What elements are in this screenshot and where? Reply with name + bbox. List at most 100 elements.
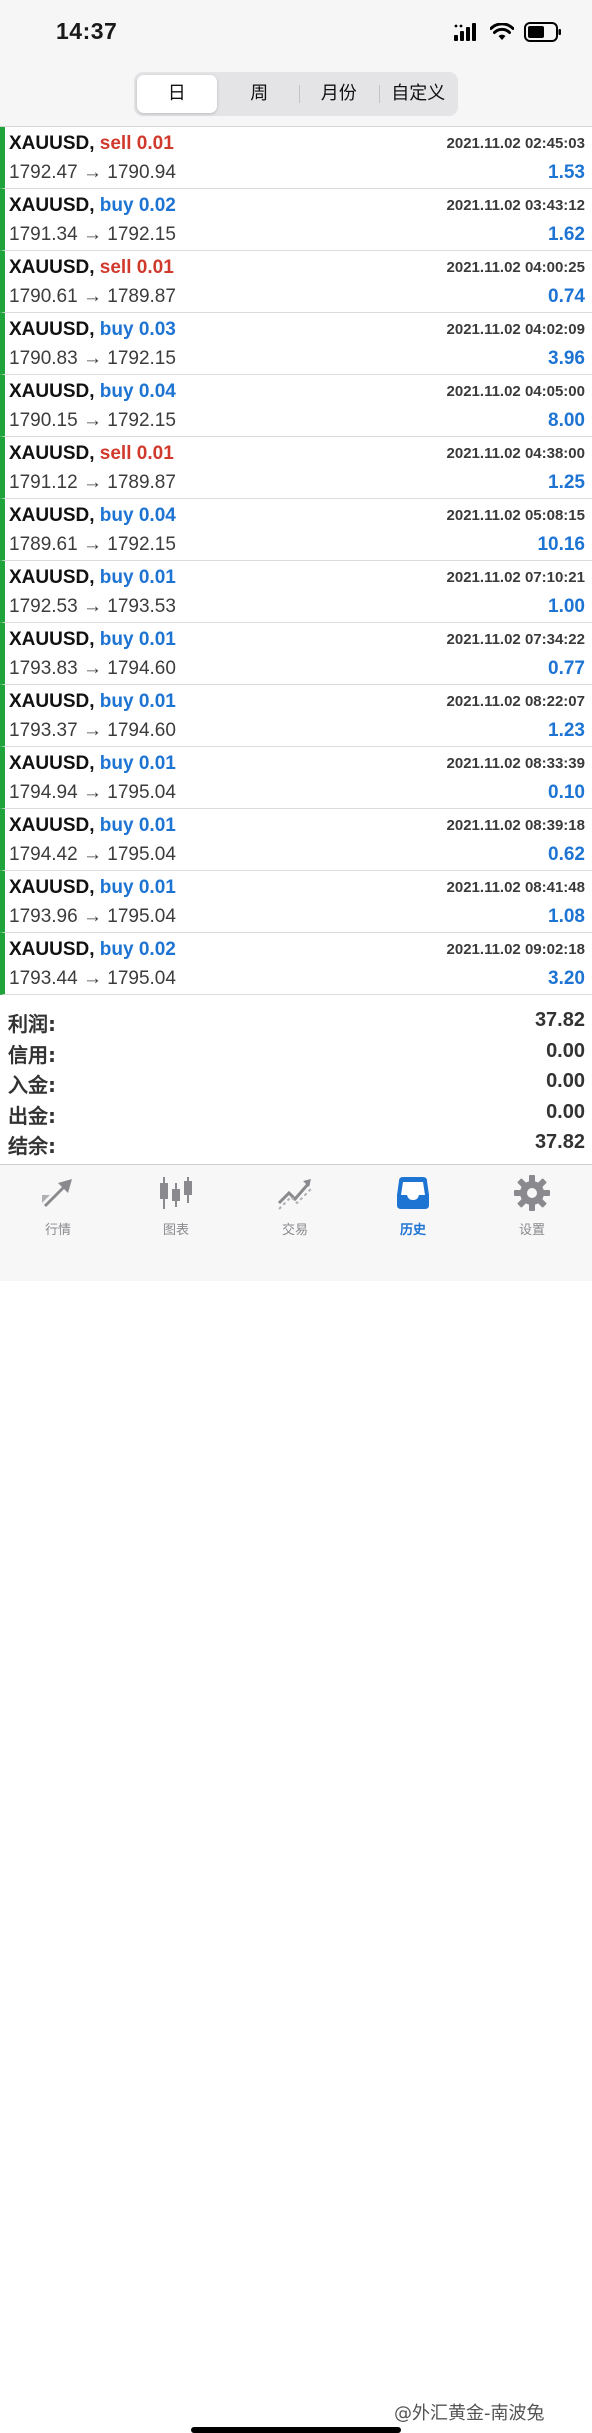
status-bar: 14:37 xyxy=(0,0,592,66)
trade-date: 2021.11.02 07:34:22 xyxy=(446,631,585,648)
trade-row[interactable]: XAUUSD, buy 0.01 2021.11.02 08:33:39 1794.… xyxy=(0,747,592,809)
open-price: 1794.42 xyxy=(9,844,78,865)
trade-date: 2021.11.02 04:05:00 xyxy=(446,383,585,400)
trade-history-list: XAUUSD, sell 0.01 2021.11.02 02:45:03 1792… xyxy=(0,127,592,995)
tab-settings[interactable]: 设置 xyxy=(482,1173,582,1238)
trade-action: buy xyxy=(99,505,134,526)
price-arrow: → xyxy=(82,286,102,307)
trade-row[interactable]: XAUUSD, buy 0.01 2021.11.02 07:34:22 1793.… xyxy=(0,623,592,685)
trade-action: buy xyxy=(99,815,134,836)
trade-action: buy xyxy=(99,567,134,588)
open-price: 1790.83 xyxy=(9,348,78,369)
status-time: 14:37 xyxy=(56,18,118,44)
trade-symbol: XAUUSD, xyxy=(9,195,95,216)
trade-profit: 1.62 xyxy=(548,224,585,245)
trade-row[interactable]: XAUUSD, buy 0.04 2021.11.02 04:05:00 1790.… xyxy=(0,375,592,437)
trade-date: 2021.11.02 04:38:00 xyxy=(446,445,585,462)
trade-prices: 1793.96 → 1795.04 xyxy=(9,906,176,928)
trade-symbol: XAUUSD, xyxy=(9,257,95,278)
price-arrow: → xyxy=(82,658,102,679)
watermark: @外汇黄金-南波兔 xyxy=(394,2403,545,2424)
trade-title: XAUUSD, buy 0.02 xyxy=(9,195,176,217)
home-indicator[interactable] xyxy=(191,2427,401,2433)
trade-action: buy xyxy=(99,319,134,340)
trade-prices: 1794.42 → 1795.04 xyxy=(9,844,176,866)
period-tab-day[interactable]: 日 xyxy=(137,75,217,113)
trade-lots: 0.03 xyxy=(138,319,176,340)
trade-profit: 3.96 xyxy=(548,348,585,369)
tab-label: 行情 xyxy=(44,1223,71,1238)
trade-action: buy xyxy=(99,753,134,774)
trade-action: buy xyxy=(99,691,134,712)
period-tab-month[interactable]: 月份 xyxy=(299,75,379,113)
trade-title: XAUUSD, buy 0.01 xyxy=(9,691,176,713)
trade-symbol: XAUUSD, xyxy=(9,939,95,960)
close-price: 1795.04 xyxy=(107,782,176,803)
close-price: 1795.04 xyxy=(107,906,176,927)
trade-title: XAUUSD, buy 0.04 xyxy=(9,505,176,527)
open-price: 1791.34 xyxy=(9,224,78,245)
price-arrow: → xyxy=(82,720,102,741)
trade-row[interactable]: XAUUSD, buy 0.01 2021.11.02 07:10:21 1792.… xyxy=(0,561,592,623)
open-price: 1793.96 xyxy=(9,906,78,927)
trade-symbol: XAUUSD, xyxy=(9,753,95,774)
price-arrow: → xyxy=(82,348,102,369)
trade-prices: 1793.83 → 1794.60 xyxy=(9,658,176,680)
close-price: 1795.04 xyxy=(107,968,176,989)
trade-row[interactable]: XAUUSD, buy 0.02 2021.11.02 03:43:12 1791.… xyxy=(0,189,592,251)
summary-label: 入金: xyxy=(8,1073,56,1097)
wifi-icon xyxy=(490,23,514,40)
price-arrow: → xyxy=(82,968,102,989)
trade-lots: 0.04 xyxy=(138,381,176,402)
trade-date: 2021.11.02 03:43:12 xyxy=(446,197,585,214)
trade-row[interactable]: XAUUSD, sell 0.01 2021.11.02 04:00:25 1790… xyxy=(0,251,592,313)
trade-row[interactable]: XAUUSD, sell 0.01 2021.11.02 04:38:00 1791… xyxy=(0,437,592,499)
trade-symbol: XAUUSD, xyxy=(9,319,95,340)
trade-action: buy xyxy=(99,939,134,960)
close-price: 1792.15 xyxy=(107,410,176,431)
period-tab-week[interactable]: 周 xyxy=(220,75,300,113)
trade-action: buy xyxy=(99,877,134,898)
trade-title: XAUUSD, buy 0.03 xyxy=(9,319,176,341)
trade-prices: 1792.47 → 1790.94 xyxy=(9,162,176,184)
open-price: 1790.15 xyxy=(9,410,78,431)
trade-row[interactable]: XAUUSD, buy 0.02 2021.11.02 09:02:18 1793.… xyxy=(0,933,592,995)
bottom-tab-bar: 行情 图表 交易 历史 设置 @外汇黄金-南波兔 xyxy=(0,1164,592,2433)
close-price: 1795.04 xyxy=(107,844,176,865)
trade-row[interactable]: XAUUSD, buy 0.03 2021.11.02 04:02:09 1790.… xyxy=(0,313,592,375)
trade-date: 2021.11.02 08:33:39 xyxy=(446,755,585,772)
account-summary: 利润: 37.82 信用: 0.00 入金: 0.00 出金: 0.00 结余:… xyxy=(0,1006,592,1159)
trade-profit: 0.77 xyxy=(548,658,585,679)
trade-symbol: XAUUSD, xyxy=(9,877,95,898)
trade-action: sell xyxy=(99,443,132,464)
price-arrow: → xyxy=(82,906,102,927)
trade-row[interactable]: XAUUSD, buy 0.04 2021.11.02 05:08:15 1789.… xyxy=(0,499,592,561)
trade-title: XAUUSD, buy 0.02 xyxy=(9,939,176,961)
trade-row[interactable]: XAUUSD, buy 0.01 2021.11.02 08:41:48 1793.… xyxy=(0,871,592,933)
trade-prices: 1792.53 → 1793.53 xyxy=(9,596,176,618)
tab-trade[interactable]: 交易 xyxy=(245,1173,345,1238)
close-price: 1794.60 xyxy=(107,720,176,741)
trade-profit: 0.62 xyxy=(548,844,585,865)
price-arrow: → xyxy=(82,596,102,617)
trade-lots: 0.04 xyxy=(138,505,176,526)
summary-value: 37.82 xyxy=(534,1131,585,1153)
trade-row[interactable]: XAUUSD, sell 0.01 2021.11.02 02:45:03 1792… xyxy=(0,127,592,189)
summary-value: 0.00 xyxy=(546,1100,585,1123)
tab-charts[interactable]: 图表 xyxy=(126,1173,226,1238)
tab-quotes[interactable]: 行情 xyxy=(8,1173,108,1238)
open-price: 1793.37 xyxy=(9,720,78,741)
trade-title: XAUUSD, buy 0.01 xyxy=(9,629,176,651)
open-price: 1792.53 xyxy=(9,596,78,617)
tab-history[interactable]: 历史 xyxy=(363,1173,463,1238)
trade-lots: 0.01 xyxy=(136,443,174,464)
trade-action: sell xyxy=(99,257,132,278)
period-tab-custom[interactable]: 自定义 xyxy=(378,75,459,113)
open-price: 1790.61 xyxy=(9,286,78,307)
trade-row[interactable]: XAUUSD, buy 0.01 2021.11.02 08:22:07 1793.… xyxy=(0,685,592,747)
trade-prices: 1790.83 → 1792.15 xyxy=(9,348,176,370)
trade-row[interactable]: XAUUSD, buy 0.01 2021.11.02 08:39:18 1794.… xyxy=(0,809,592,871)
trade-prices: 1791.34 → 1792.15 xyxy=(9,224,176,246)
summary-row-profit: 利润: 37.82 xyxy=(0,1006,592,1037)
cellular-signal-icon xyxy=(454,23,476,41)
